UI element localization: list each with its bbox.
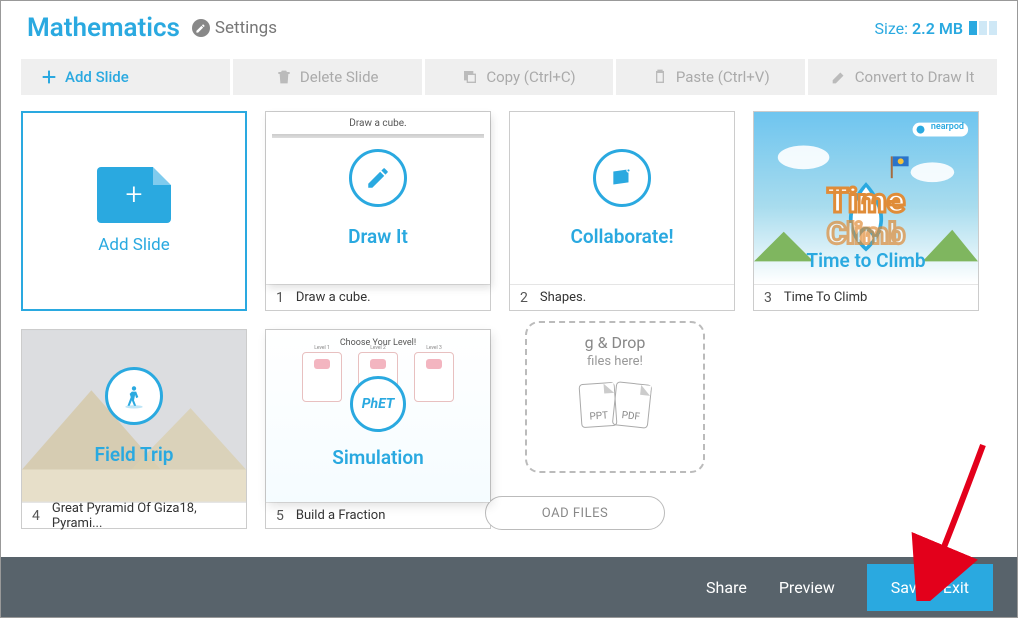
paste-button[interactable]: Paste (Ctrl+V): [616, 59, 805, 95]
save-exit-button[interactable]: Save & Exit: [867, 564, 993, 611]
plus-icon: [41, 69, 57, 85]
slide-title-1: Draw a cube.: [296, 290, 371, 305]
share-button[interactable]: Share: [706, 578, 747, 597]
slide-title-3: Time To Climb: [784, 290, 867, 305]
slide-card-2[interactable]: Collaborate! 2 Shapes.: [509, 111, 735, 311]
page-title: Mathematics: [27, 13, 180, 43]
size-value: 2.2 MB: [912, 19, 963, 38]
add-file-icon: +: [97, 167, 171, 223]
toolbar: Add Slide Delete Slide Copy (Ctrl+C) Pas…: [1, 59, 1017, 95]
slide-card-4[interactable]: Field Trip 4 Great Pyramid Of Giza18, Pyr…: [21, 329, 247, 529]
slide-title-2: Shapes.: [540, 290, 586, 305]
phet-circle-icon: PhET: [350, 376, 406, 432]
slide-num-1: 1: [276, 290, 284, 306]
size-bars: [969, 21, 997, 35]
convert-button[interactable]: Convert to Draw It: [808, 59, 997, 95]
slide-caption-1: Draw It: [348, 225, 408, 248]
upload-files-button[interactable]: OAD FILES: [485, 496, 665, 530]
slide-card-1[interactable]: Draw a cube. Draw It 1 Draw a cube.: [265, 111, 491, 311]
settings-link[interactable]: Settings: [192, 18, 277, 38]
copy-icon: [462, 69, 478, 85]
slide-caption-4: Field Trip: [95, 443, 174, 466]
pdf-file-icon: PDF: [612, 381, 652, 429]
settings-label: Settings: [215, 18, 277, 38]
slides-grid: + Add Slide Draw a cube. Draw It 1Draw a…: [1, 95, 1017, 529]
slide-card-3[interactable]: Time Climb nearpod Time to Climb 3 Time T…: [753, 111, 979, 311]
copy-label: Copy (Ctrl+C): [486, 68, 575, 86]
pinboard-circle-icon: [593, 149, 651, 207]
add-slide-label: Add Slide: [65, 68, 129, 86]
size-indicator: Size: 2.2 MB: [874, 19, 997, 38]
convert-label: Convert to Draw It: [855, 68, 975, 86]
slide-caption-5: Simulation: [332, 446, 423, 469]
slide-caption-2: Collaborate!: [570, 225, 673, 248]
slide-num-2: 2: [520, 290, 528, 306]
header: Mathematics Settings Size: 2.2 MB: [1, 1, 1017, 59]
slide-title-5: Build a Fraction: [296, 508, 386, 523]
ruler-icon: [272, 134, 484, 138]
walk-circle-icon: [105, 367, 163, 425]
brand-nearpod: nearpod: [931, 122, 964, 132]
drag-drop-zone[interactable]: g & Drop files here! PPT PDF: [525, 321, 705, 473]
add-slide-card[interactable]: + Add Slide: [21, 111, 247, 311]
svg-text:Time: Time: [827, 182, 905, 221]
copy-button[interactable]: Copy (Ctrl+C): [425, 59, 614, 95]
slide-caption-3: Time to Climb: [754, 249, 978, 272]
svg-text:Climb: Climb: [827, 217, 905, 252]
paste-label: Paste (Ctrl+V): [676, 68, 770, 86]
slide-mini-1: Draw a cube.: [266, 118, 490, 129]
drop-text-2: files here!: [587, 354, 643, 369]
pencil-tool-icon: [831, 69, 847, 85]
add-slide-button[interactable]: Add Slide: [21, 59, 230, 95]
pencil-icon: [192, 19, 210, 37]
size-label: Size:: [874, 19, 908, 38]
preview-button[interactable]: Preview: [779, 578, 835, 597]
clipboard-icon: [652, 69, 668, 85]
slide-num-3: 3: [764, 290, 772, 306]
trash-icon: [276, 69, 292, 85]
upload-files-label: OAD FILES: [542, 506, 608, 521]
add-slide-caption: Add Slide: [98, 235, 169, 255]
pencil-circle-icon: [349, 149, 407, 207]
drop-text-1: g & Drop: [585, 333, 646, 352]
bottom-bar: Share Preview Save & Exit: [1, 557, 1017, 617]
slide-num-5: 5: [276, 508, 284, 524]
slide-title-4: Great Pyramid Of Giza18, Pyrami...: [52, 501, 236, 531]
delete-slide-button[interactable]: Delete Slide: [233, 59, 422, 95]
delete-slide-label: Delete Slide: [300, 68, 379, 86]
slide-num-4: 4: [32, 508, 40, 524]
slide-card-5[interactable]: Choose Your Level! Level 1 Level 2 Level…: [265, 329, 491, 529]
